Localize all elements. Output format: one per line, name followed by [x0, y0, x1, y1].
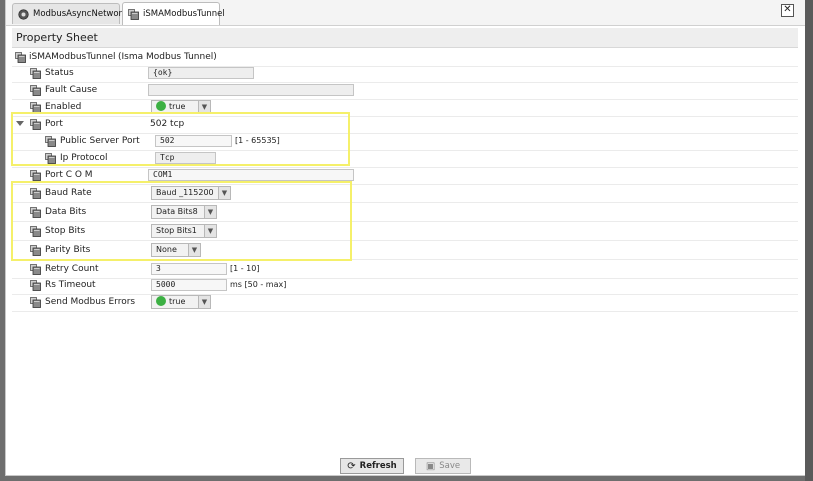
property-label: Enabled: [45, 102, 82, 112]
slot-cube-icon: [30, 280, 41, 291]
page-title: Property Sheet: [16, 31, 98, 44]
slot-cube-icon: [30, 170, 41, 181]
chevron-down-icon: ▼: [198, 296, 210, 308]
component-cube-icon: [15, 52, 26, 63]
slot-cube-icon: [30, 68, 41, 79]
property-label: Retry Count: [45, 264, 99, 274]
property-row-rs-timeout: Rs Timeout 5000 ms [50 - max]: [12, 277, 798, 295]
status-field: {ok}: [148, 67, 254, 79]
property-row-send-modbus-errors: Send Modbus Errors true ▼: [12, 294, 798, 312]
property-row-status: Status {ok}: [12, 65, 798, 83]
tab-bar: ModbusAsyncNetwork iSMAModbusTunnel ✕: [6, 0, 806, 26]
slot-cube-icon: [30, 264, 41, 275]
property-label: Send Modbus Errors: [45, 297, 136, 307]
retry-count-input[interactable]: 3: [151, 263, 227, 275]
close-icon[interactable]: ✕: [781, 4, 794, 17]
right-edge-shadow: [805, 0, 813, 481]
component-cube-icon: [128, 9, 139, 20]
highlight-serial-group: [11, 181, 352, 261]
slot-cube-icon: [30, 85, 41, 96]
rs-timeout-input[interactable]: 5000: [151, 279, 227, 291]
property-sheet-window: ModbusAsyncNetwork iSMAModbusTunnel ✕ Pr…: [5, 0, 807, 476]
tab-modbus-async-network[interactable]: ModbusAsyncNetwork: [12, 3, 127, 24]
tab-label: ModbusAsyncNetwork: [33, 9, 127, 19]
slot-cube-icon: [30, 297, 41, 308]
tab-ismamodbustunnel[interactable]: iSMAModbusTunnel: [122, 2, 225, 25]
property-label: Status: [45, 68, 74, 78]
refresh-icon: ⟳: [347, 460, 356, 472]
property-label: Rs Timeout: [45, 280, 96, 290]
tab-label: iSMAModbusTunnel: [143, 9, 225, 19]
fault-cause-field: [148, 84, 354, 96]
property-label: Port C O M: [45, 170, 93, 180]
port-com-input[interactable]: COM1: [148, 169, 354, 181]
highlight-port-group: [11, 112, 350, 166]
range-hint: [1 - 10]: [230, 264, 260, 273]
property-label: Fault Cause: [45, 85, 98, 95]
save-icon: ▣: [425, 460, 436, 472]
component-name: iSMAModbusTunnel: [29, 52, 116, 62]
status-dot-icon: [156, 101, 166, 111]
refresh-button[interactable]: ⟳ Refresh: [340, 458, 404, 474]
property-row-fault-cause: Fault Cause: [12, 82, 798, 100]
save-button[interactable]: ▣ Save: [415, 458, 471, 474]
range-hint: ms [50 - max]: [230, 280, 287, 289]
network-icon: [18, 8, 29, 20]
component-type: (Isma Modbus Tunnel): [118, 52, 217, 62]
status-dot-icon: [156, 296, 166, 306]
property-sheet-header: Property Sheet: [12, 28, 798, 48]
send-modbus-errors-select[interactable]: true ▼: [151, 295, 211, 309]
